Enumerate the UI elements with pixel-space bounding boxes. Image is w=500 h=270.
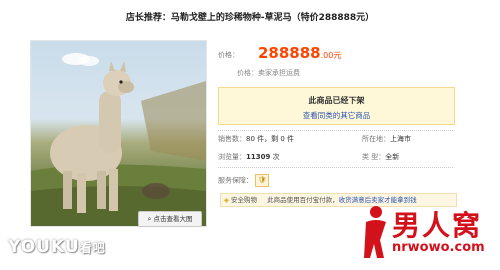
- guarantee-desc: 此商品使用百付宝付款，: [267, 196, 339, 204]
- sales-value: 80 件，剩 0 件: [246, 135, 295, 143]
- magnifier-icon: ⌕: [147, 215, 152, 223]
- guarantee-label: 服务保障：: [218, 176, 253, 185]
- divider: [218, 167, 453, 168]
- location-row: 所在地：上海市: [362, 134, 411, 144]
- shield-small-icon: ◈: [224, 196, 229, 204]
- sales-label: 销售数：: [218, 135, 246, 143]
- site-watermark-url: nrwowo.com: [392, 240, 485, 255]
- view-large-image-button[interactable]: ⌕ 点击查看大图: [138, 211, 202, 227]
- similar-items-link[interactable]: 查看同类的其它商品: [219, 110, 454, 121]
- youku-text: YOUKU: [8, 237, 80, 257]
- type-row: 类 型：全新: [362, 152, 399, 162]
- safe-shopping-label: 安全购物: [231, 196, 257, 204]
- price-label: 价格：: [218, 51, 239, 59]
- view-large-image-label: 点击查看大图: [153, 215, 193, 223]
- views-row: 浏览量：11309 次: [218, 152, 280, 162]
- guarantee-row: 服务保障： 🛡: [218, 174, 270, 187]
- type-value: 全新: [385, 153, 400, 161]
- views-label: 浏览量：: [218, 153, 246, 161]
- type-label: 类 型：: [362, 153, 386, 161]
- delisted-text: 此商品已经下架: [308, 96, 365, 105]
- youku-sub-text: 看吧: [79, 241, 106, 255]
- divider: [218, 130, 453, 131]
- youku-watermark: YOUKU看吧: [8, 237, 106, 257]
- product-image[interactable]: [30, 40, 207, 227]
- location-label: 所在地：: [362, 135, 390, 143]
- price-decimals: .00元: [320, 51, 342, 60]
- views-value: 11309: [246, 153, 271, 161]
- page-title: 店长推荐：马勒戈壁上的珍稀物种-草泥马（特价288888元）: [125, 13, 375, 23]
- price-amount: 288888: [258, 44, 321, 62]
- shipping-note: 价格：卖家承担运费: [237, 69, 300, 77]
- alpaca-illustration: [31, 53, 206, 226]
- delisted-notice: 此商品已经下架 查看同类的其它商品: [218, 87, 455, 125]
- site-watermark-cn: 男人窝: [392, 209, 483, 242]
- views-unit: 次: [270, 153, 280, 161]
- price-value: 288888.00元: [258, 44, 341, 62]
- shield-icon[interactable]: 🛡: [255, 174, 270, 187]
- sales-row: 销售数：80 件，剩 0 件: [218, 134, 294, 144]
- location-value: 上海市: [390, 135, 411, 143]
